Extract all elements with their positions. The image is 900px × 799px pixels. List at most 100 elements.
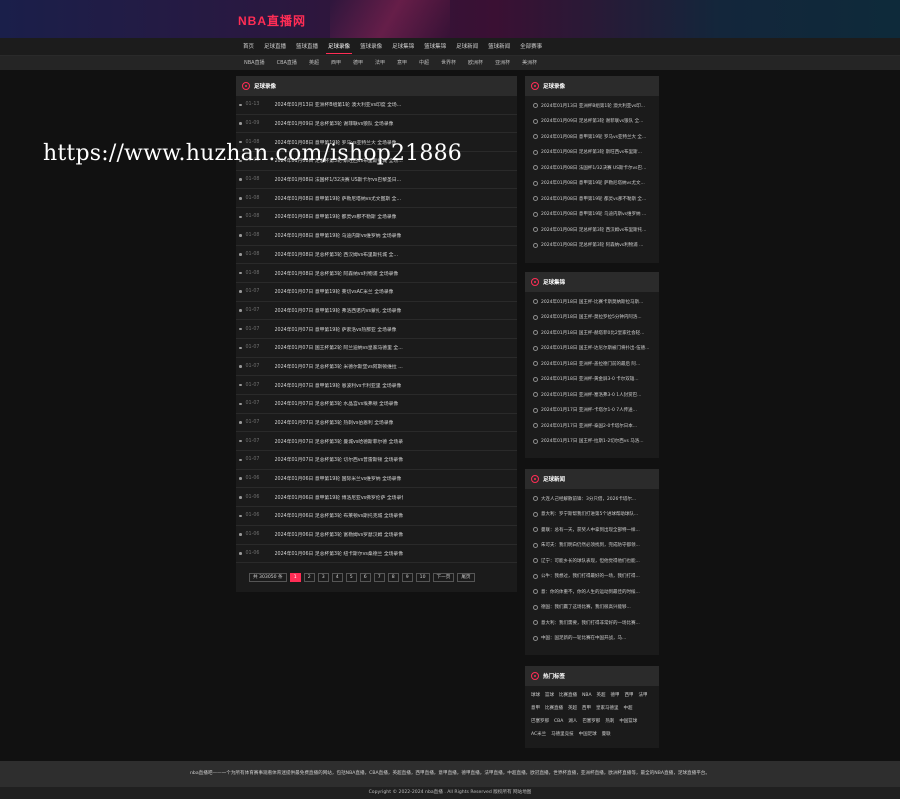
- video-row[interactable]: 01-08 2024年01月08日 足总杯第3轮 西汉姆vs布里斯托城 全...: [236, 246, 517, 265]
- site-logo[interactable]: NBA直播网: [238, 12, 306, 29]
- video-title-link[interactable]: 2024年01月06日 足总杯第3轮 纽卡斯尔vs桑德兰 全场录像: [275, 550, 403, 557]
- side-list-item[interactable]: 大连人己经解散前锋：3分只借，2026卡塔尔...: [525, 491, 659, 507]
- side-item-link[interactable]: 2024年01月18日 亚洲杯-黄金屏3-0 卡尔双雄...: [541, 376, 653, 382]
- nav-item[interactable]: 足球录像: [323, 38, 355, 56]
- tag-link[interactable]: 意甲: [531, 705, 540, 712]
- tag-link[interactable]: 中超: [624, 705, 633, 712]
- video-row[interactable]: 01-07 2024年01月07日 国王杯第2轮 阿兰迪纳vs皇家马德里 全...: [236, 339, 517, 358]
- video-row[interactable]: 01-06 2024年01月06日 意甲第19轮 国际米兰vs维罗纳 全场录像: [236, 470, 517, 489]
- video-row[interactable]: 01-06 2024年01月06日 意甲第19轮 博洛尼亚vs佛罗伦萨 全场录像: [236, 488, 517, 508]
- side-item-link[interactable]: 2024年01月18日 国王杯-比赛卡斯莫纳斯拉马斯...: [541, 299, 653, 305]
- pager-next-button[interactable]: 下一页: [432, 573, 455, 582]
- video-row[interactable]: 01-06 2024年01月06日 足总杯第3轮 布莱顿vs斯托克城 全场录像: [236, 507, 517, 526]
- video-title-link[interactable]: 2024年01月06日 意甲第19轮 博洛尼亚vs佛罗伦萨 全场录像: [275, 494, 403, 501]
- tag-link[interactable]: CBA: [554, 718, 563, 725]
- tag-link[interactable]: 法甲: [639, 692, 648, 699]
- side-item-link[interactable]: 德国：我们赢了这场比赛，我们很高兴能够...: [541, 604, 653, 610]
- tag-link[interactable]: AC米兰: [531, 731, 546, 738]
- video-row[interactable]: 01-07 2024年01月07日 足总杯第3轮 米德尔斯堡vs阿斯顿维拉 ...: [236, 358, 517, 377]
- side-item-link[interactable]: 2024年01月08日 意甲第19轮 萨勒尼塔纳vs尤文...: [541, 180, 653, 186]
- side-item-link[interactable]: 2024年01月18日 国王杯-达尼尔斯被门将扑出-伍德...: [541, 345, 653, 351]
- pager-page-button[interactable]: 10: [415, 573, 430, 582]
- side-list-item[interactable]: 德国：我们赢了这场比赛，我们很高兴能够...: [525, 600, 659, 616]
- side-item-link[interactable]: 公牛：我想过，我们打得最好的一场，我们打得...: [541, 573, 653, 579]
- video-row[interactable]: 01-06 2024年01月06日 足总杯第3轮 富勒姆vs罗瑟汉姆 全场录像: [236, 526, 517, 545]
- video-title-link[interactable]: 2024年01月07日 足总杯第3轮 米德尔斯堡vs阿斯顿维拉 ...: [275, 363, 403, 370]
- side-item-link[interactable]: 2024年01月18日 国王杯-赫塔菲0比2皇家社会轻...: [541, 330, 653, 336]
- video-row[interactable]: 01-07 2024年01月07日 意甲第19轮 萨索洛vs热那亚 全场录像: [236, 320, 517, 339]
- side-item-link[interactable]: 意大利：我们需要，我们打得非常好的一场比赛...: [541, 620, 653, 626]
- side-item-link[interactable]: 2024年01月08日 意甲第19轮 都灵vs那不勒斯 全...: [541, 196, 653, 202]
- side-item-link[interactable]: 2024年01月18日 亚洲杯-盖拉德门前的最后 阿...: [541, 361, 653, 367]
- side-item-link[interactable]: 2024年01月08日 足总杯第3轮 西汉姆vs布里斯托...: [541, 227, 653, 233]
- video-title-link[interactable]: 2024年01月08日 意甲第19轮 萨勒尼塔纳vs尤文图斯 全...: [275, 195, 403, 202]
- video-title-link[interactable]: 2024年01月07日 国王杯第2轮 阿兰迪纳vs皇家马德里 全...: [275, 344, 403, 351]
- tag-link[interactable]: 篮球: [545, 692, 554, 699]
- side-list-item[interactable]: 2024年01月18日 亚洲杯-盖拉德门前的最后 阿...: [525, 356, 659, 372]
- video-title-link[interactable]: 2024年01月07日 足总杯第3轮 热刺vs伯恩利 全场录像: [275, 419, 403, 426]
- subnav-item[interactable]: NBA直播: [238, 56, 271, 70]
- pager-last-button[interactable]: 尾页: [457, 573, 475, 582]
- nav-item[interactable]: 足球直播: [259, 38, 291, 56]
- video-row[interactable]: 01-07 2024年01月07日 足总杯第3轮 曼城vs哈德斯菲尔德 全场录像: [236, 432, 517, 452]
- pager-page-button[interactable]: 3: [317, 573, 329, 582]
- video-title-link[interactable]: 2024年01月07日 意甲第19轮 莱切vsAC米兰 全场录像: [275, 288, 403, 295]
- video-row[interactable]: 01-07 2024年01月07日 足总杯第3轮 切尔西vs普雷斯顿 全场录像: [236, 451, 517, 470]
- side-list-item[interactable]: 2024年01月08日 足总杯第3轮 斯旺西vs布里斯...: [525, 145, 659, 161]
- tag-link[interactable]: 马德里竞技: [551, 731, 574, 738]
- tag-link[interactable]: 比赛直播: [545, 705, 563, 712]
- nav-item[interactable]: 首页: [238, 38, 259, 56]
- side-list-item[interactable]: 2024年01月08日 意甲第19轮 罗马vs亚特兰大 全...: [525, 129, 659, 145]
- side-list-item[interactable]: 2024年01月17日 亚洲杯-泰国2-0卡塔尔日本...: [525, 418, 659, 434]
- video-title-link[interactable]: 2024年01月07日 意甲第19轮 萨索洛vs热那亚 全场录像: [275, 326, 403, 333]
- video-title-link[interactable]: 2024年01月13日 亚洲杯B组第1轮 澳大利亚vs印度 全场...: [275, 101, 403, 108]
- nav-item[interactable]: 篮球集锦: [419, 38, 451, 56]
- video-title-link[interactable]: 2024年01月06日 意甲第19轮 国际米兰vs维罗纳 全场录像: [275, 475, 403, 482]
- tag-link[interactable]: 巴塞罗那: [531, 718, 549, 725]
- pager-page-button[interactable]: 2: [303, 573, 315, 582]
- video-row[interactable]: 01-07 2024年01月07日 足总杯第3轮 热刺vs伯恩利 全场录像: [236, 414, 517, 433]
- side-item-link[interactable]: 2024年01月08日 意甲第19轮 乌迪内斯vs维罗纳 ...: [541, 211, 653, 217]
- side-list-item[interactable]: 2024年01月18日 亚洲杯-塞洛弗3-0 1人封赏巴...: [525, 387, 659, 403]
- side-list-item[interactable]: 2024年01月09日 足总杯第3轮 谢菲联vs狼队 全...: [525, 114, 659, 130]
- video-title-link[interactable]: 2024年01月06日 足总杯第3轮 布莱顿vs斯托克城 全场录像: [275, 512, 403, 519]
- video-title-link[interactable]: 2024年01月06日 足总杯第3轮 富勒姆vs罗瑟汉姆 全场录像: [275, 531, 403, 538]
- nav-item[interactable]: 全部赛事: [515, 38, 547, 56]
- nav-item[interactable]: 篮球直播: [291, 38, 323, 56]
- nav-item[interactable]: 篮球录像: [355, 38, 387, 56]
- video-title-link[interactable]: 2024年01月08日 足总杯第3轮 西汉姆vs布里斯托城 全...: [275, 251, 403, 258]
- subnav-item[interactable]: 德甲: [347, 56, 369, 70]
- tag-link[interactable]: 湖人: [568, 718, 577, 725]
- side-item-link[interactable]: 2024年01月18日 亚洲杯-塞洛弗3-0 1人封赏巴...: [541, 392, 653, 398]
- side-list-item[interactable]: 2024年01月08日 法国杯1/32决赛 US斯卡尔vs巴...: [525, 160, 659, 176]
- video-row[interactable]: 01-07 2024年01月07日 意甲第19轮 弗洛西诺内vs蒙扎 全场录像: [236, 302, 517, 321]
- side-item-link[interactable]: 2024年01月17日 亚洲杯-泰国2-0卡塔尔日本...: [541, 423, 653, 429]
- pager-page-button[interactable]: 8: [387, 573, 399, 582]
- tag-link[interactable]: 皇家马德里: [596, 705, 619, 712]
- side-list-item[interactable]: 2024年01月18日 国王杯-赫塔菲0比2皇家社会轻...: [525, 325, 659, 341]
- video-title-link[interactable]: 2024年01月07日 足总杯第3轮 水晶宫vs埃弗顿 全场录像: [275, 400, 403, 407]
- side-list-item[interactable]: 2024年01月08日 意甲第19轮 萨勒尼塔纳vs尤文...: [525, 176, 659, 192]
- tag-link[interactable]: 比赛直播: [559, 692, 577, 699]
- video-title-link[interactable]: 2024年01月08日 足总杯第3轮 阿森纳vs利物浦 全场录像: [275, 270, 403, 277]
- video-title-link[interactable]: 2024年01月07日 足总杯第3轮 曼城vs哈德斯菲尔德 全场录像: [275, 438, 403, 445]
- side-list-item[interactable]: 意大利：我们需要，我们打得非常好的一场比赛...: [525, 615, 659, 631]
- side-item-link[interactable]: 意：你的体重不，你的人生的运动到最佳的时候...: [541, 589, 653, 595]
- video-title-link[interactable]: 2024年01月07日 意甲第19轮 弗洛西诺内vs蒙扎 全场录像: [275, 307, 403, 314]
- side-list-item[interactable]: 朱可夫：我们明白仍然必须找到，完成防守都领...: [525, 538, 659, 554]
- tag-link[interactable]: 中国足球: [579, 731, 597, 738]
- tag-link[interactable]: 英超: [568, 705, 577, 712]
- video-title-link[interactable]: 2024年01月09日 足总杯第3轮 谢菲联vs狼队 全场录像: [275, 120, 403, 127]
- side-item-link[interactable]: 2024年01月09日 足总杯第3轮 谢菲联vs狼队 全...: [541, 118, 653, 124]
- side-item-link[interactable]: 朱可夫：我们明白仍然必须找到，完成防守都领...: [541, 542, 653, 548]
- side-item-link[interactable]: 辽宁：可能乡长的球队表现，但他觉得他们也能...: [541, 558, 653, 564]
- side-item-link[interactable]: 2024年01月08日 足总杯第3轮 阿森纳vs利物浦 ...: [541, 242, 653, 248]
- side-list-item[interactable]: 2024年01月08日 足总杯第3轮 阿森纳vs利物浦 ...: [525, 238, 659, 254]
- video-row[interactable]: 01-06 2024年01月06日 足总杯第3轮 纽卡斯尔vs桑德兰 全场录像: [236, 545, 517, 564]
- subnav-item[interactable]: 欧洲杯: [462, 56, 489, 70]
- tag-link[interactable]: 巴塞罗那: [582, 718, 600, 725]
- subnav-item[interactable]: 中超: [413, 56, 435, 70]
- tag-link[interactable]: 英超: [597, 692, 606, 699]
- side-item-link[interactable]: 中国：国足新的一轮比赛在中国开战，马...: [541, 635, 653, 641]
- side-list-item[interactable]: 曼联：总有一天，获奖人中拿到出现全部特一样...: [525, 522, 659, 538]
